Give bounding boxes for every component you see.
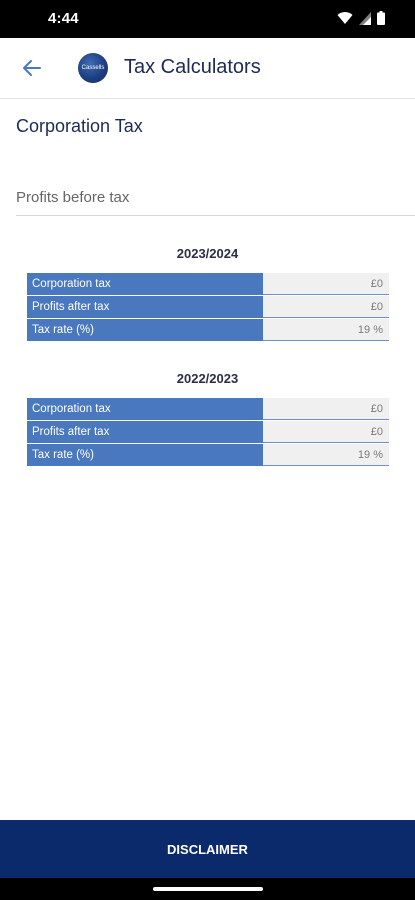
profits-input-container: [16, 185, 415, 216]
signal-icon: [359, 11, 371, 25]
status-bar: 4:44: [0, 0, 415, 38]
home-gesture-handle[interactable]: [153, 887, 263, 891]
table-row: Tax rate (%) 19 %: [27, 319, 389, 341]
app-title: Tax Calculators: [124, 56, 261, 78]
status-icons: [337, 11, 385, 25]
tax-table: Corporation tax £0 Profits after tax £0 …: [27, 398, 389, 467]
year-heading: 2022/2023: [176, 371, 239, 386]
table-row: Corporation tax £0: [27, 273, 389, 295]
row-value: 19 %: [263, 319, 389, 341]
battery-icon: [377, 11, 385, 25]
page-title: Corporation Tax: [16, 116, 143, 136]
row-label: Profits after tax: [27, 421, 263, 443]
row-value: £0: [263, 296, 389, 318]
row-value: £0: [263, 421, 389, 443]
profits-before-tax-input[interactable]: [16, 189, 396, 206]
row-label: Tax rate (%): [27, 319, 263, 341]
row-label: Corporation tax: [27, 398, 263, 420]
logo-text: Cassells: [81, 65, 105, 71]
row-label: Profits after tax: [27, 296, 263, 318]
status-time: 4:44: [48, 10, 79, 27]
disclaimer-button[interactable]: DISCLAIMER: [0, 820, 415, 878]
tax-table: Corporation tax £0 Profits after tax £0 …: [27, 273, 389, 342]
row-label: Tax rate (%): [27, 444, 263, 466]
row-value: £0: [263, 398, 389, 420]
disclaimer-label: DISCLAIMER: [167, 841, 248, 857]
table-row: Corporation tax £0: [27, 398, 389, 420]
table-row: Profits after tax £0: [27, 421, 389, 443]
wifi-icon: [337, 12, 353, 24]
row-value: 19 %: [263, 444, 389, 466]
system-nav-bar: [0, 878, 415, 900]
year-heading: 2023/2024: [176, 246, 239, 261]
row-label: Corporation tax: [27, 273, 263, 295]
table-row: Tax rate (%) 19 %: [27, 444, 389, 466]
arrow-left-icon: [23, 60, 41, 76]
table-row: Profits after tax £0: [27, 296, 389, 318]
row-value: £0: [263, 273, 389, 295]
app-bar: Cassells Tax Calculators: [0, 38, 415, 99]
app-logo: Cassells: [78, 53, 108, 83]
back-button[interactable]: [18, 54, 46, 82]
